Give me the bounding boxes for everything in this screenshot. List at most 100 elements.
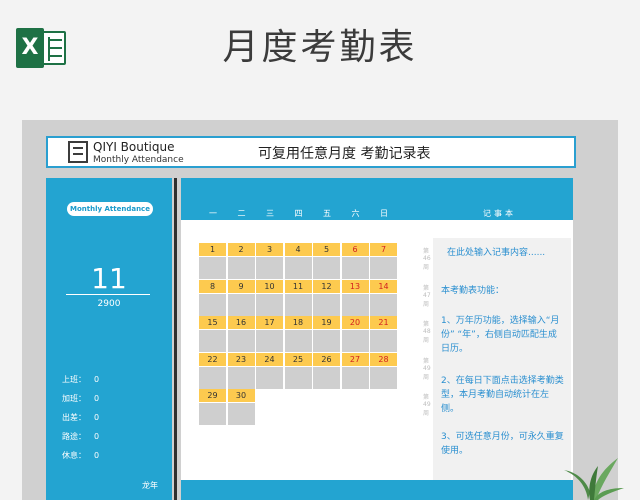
attendance-select[interactable] xyxy=(313,366,340,389)
calendar-day: 30 xyxy=(227,389,255,425)
weekday-header: 一 二 三 四 五 六 日 记事本 xyxy=(181,178,573,220)
stat-value: 0 xyxy=(94,413,100,422)
calendar-day: 17 xyxy=(256,316,283,352)
day-number: 29 xyxy=(199,389,226,402)
week-number-label: 第49周 xyxy=(423,394,431,417)
week-number-label: 第47周 xyxy=(423,284,431,308)
attendance-select[interactable] xyxy=(227,366,255,389)
attendance-select[interactable] xyxy=(341,257,369,279)
attendance-select[interactable] xyxy=(199,366,226,389)
day-number: 8 xyxy=(199,279,226,293)
attendance-select[interactable] xyxy=(256,293,283,316)
day-number: 19 xyxy=(313,316,340,329)
calendar-day: 7 xyxy=(370,243,397,279)
day-number: 30 xyxy=(227,389,255,402)
stat-value: 0 xyxy=(94,432,100,441)
day-number: 10 xyxy=(256,279,283,293)
calendar-day: 1 xyxy=(199,243,226,279)
memo-placeholder[interactable]: 在此处输入记事内容...... xyxy=(447,246,571,260)
day-number: 16 xyxy=(227,316,255,329)
weekday-label: 一 xyxy=(209,209,217,218)
attendance-select[interactable] xyxy=(227,403,255,425)
attendance-select[interactable] xyxy=(256,330,283,352)
calendar-day: 29 xyxy=(199,389,226,425)
spreadsheet-frame: QIYI Boutique Monthly Attendance 可复用任意月度… xyxy=(22,120,618,500)
app-banner: X 月度考勤表 xyxy=(0,0,640,100)
attendance-select[interactable] xyxy=(341,293,369,316)
attendance-select[interactable] xyxy=(284,293,312,316)
attendance-select[interactable] xyxy=(199,330,226,352)
attendance-select[interactable] xyxy=(313,293,340,316)
calendar-day: 18 xyxy=(284,316,312,352)
weekday-label: 三 xyxy=(266,209,274,218)
attendance-select[interactable] xyxy=(199,257,226,279)
attendance-select[interactable] xyxy=(284,330,312,352)
calendar-day: 23 xyxy=(227,352,255,389)
week-number-label: 第48周 xyxy=(423,321,431,344)
memo-panel[interactable]: 在此处输入记事内容...... 本考勤表功能： 1、万年历功能，选择输入“月份”… xyxy=(433,238,571,498)
stat-item: 加班： 0 xyxy=(62,393,99,404)
stat-value: 0 xyxy=(94,451,100,460)
calendar-day: 21 xyxy=(370,316,397,352)
calendar-day: 6 xyxy=(341,243,369,279)
attendance-select[interactable] xyxy=(284,366,312,389)
stat-value: 0 xyxy=(94,394,100,403)
stat-item: 上班： 0 xyxy=(62,374,99,385)
attendance-select[interactable] xyxy=(284,257,312,279)
attendance-select[interactable] xyxy=(370,330,397,352)
calendar-day: 25 xyxy=(284,352,312,389)
month-input[interactable]: 11 xyxy=(46,262,172,295)
brand-subtitle: Monthly Attendance xyxy=(93,155,184,165)
memo-line: 2、在每日下面点击选择考勤类型，本月考勤自动统计在左侧。 xyxy=(441,376,564,414)
calendar-panel: 一二三四五六日 记事本 1 2 3 4 5 6 7 第46周 8 9 10 11 12 13 14 第47周 1… xyxy=(181,178,573,500)
calendar-day: 10 xyxy=(256,279,283,316)
calendar-day: 2 xyxy=(227,243,255,279)
calendar-day: 28 xyxy=(370,352,397,389)
attendance-select[interactable] xyxy=(370,257,397,279)
stat-item: 出差： 0 xyxy=(62,412,99,423)
day-number: 24 xyxy=(256,352,283,366)
weekday-label: 四 xyxy=(294,209,303,218)
year-input[interactable]: 2900 xyxy=(46,299,172,309)
day-number: 12 xyxy=(313,279,340,293)
attendance-select[interactable] xyxy=(227,257,255,279)
footer-strip xyxy=(181,480,573,500)
attendance-select[interactable] xyxy=(313,330,340,352)
stat-label: 休息： xyxy=(62,451,86,460)
attendance-select[interactable] xyxy=(341,330,369,352)
attendance-select[interactable] xyxy=(370,366,397,389)
calendar-day: 4 xyxy=(284,243,312,279)
memo-line: 3、可选任意月份，可永久重复使用。 xyxy=(441,432,564,456)
memo-line: 1、万年历功能，选择输入“月份” “年”，右侧自动匹配生成日历。 xyxy=(441,316,560,354)
attendance-select[interactable] xyxy=(199,403,226,425)
stat-label: 路途： xyxy=(62,432,86,441)
day-number: 13 xyxy=(341,279,369,293)
weekday-label: 二 xyxy=(237,209,246,218)
calendar-day: 9 xyxy=(227,279,255,316)
page-title: 月度考勤表 xyxy=(222,27,418,68)
weekday-label: 五 xyxy=(323,209,331,218)
plant-decoration-icon xyxy=(564,458,624,500)
attendance-select[interactable] xyxy=(256,366,283,389)
attendance-select[interactable] xyxy=(199,293,226,316)
attendance-select[interactable] xyxy=(313,257,340,279)
calendar-day: 15 xyxy=(199,316,226,352)
attendance-select[interactable] xyxy=(227,293,255,316)
monthly-attendance-badge: Monthly Attendance xyxy=(67,202,153,216)
day-number: 21 xyxy=(370,316,397,329)
attendance-select[interactable] xyxy=(256,257,283,279)
attendance-select[interactable] xyxy=(370,293,397,316)
calendar-day: 27 xyxy=(341,352,369,389)
day-number: 11 xyxy=(284,279,312,293)
attendance-select[interactable] xyxy=(341,366,369,389)
stat-item: 休息： 0 xyxy=(62,450,99,461)
week-number-label: 第49周 xyxy=(423,357,431,381)
calendar-day: 24 xyxy=(256,352,283,389)
calendar-grid: 1 2 3 4 5 6 7 第46周 8 9 10 11 12 13 14 第47周 15 16 17 18 19 20 2… xyxy=(199,243,431,493)
day-number: 4 xyxy=(284,243,312,256)
day-number: 26 xyxy=(313,352,340,366)
memo-line: 本考勤表功能： xyxy=(441,286,505,296)
brand-name: QIYI Boutique xyxy=(93,140,175,154)
summary-panel: Monthly Attendance 11 2900 上班： 0 加班： 0 出差： 0 路… xyxy=(46,178,172,500)
attendance-select[interactable] xyxy=(227,330,255,352)
